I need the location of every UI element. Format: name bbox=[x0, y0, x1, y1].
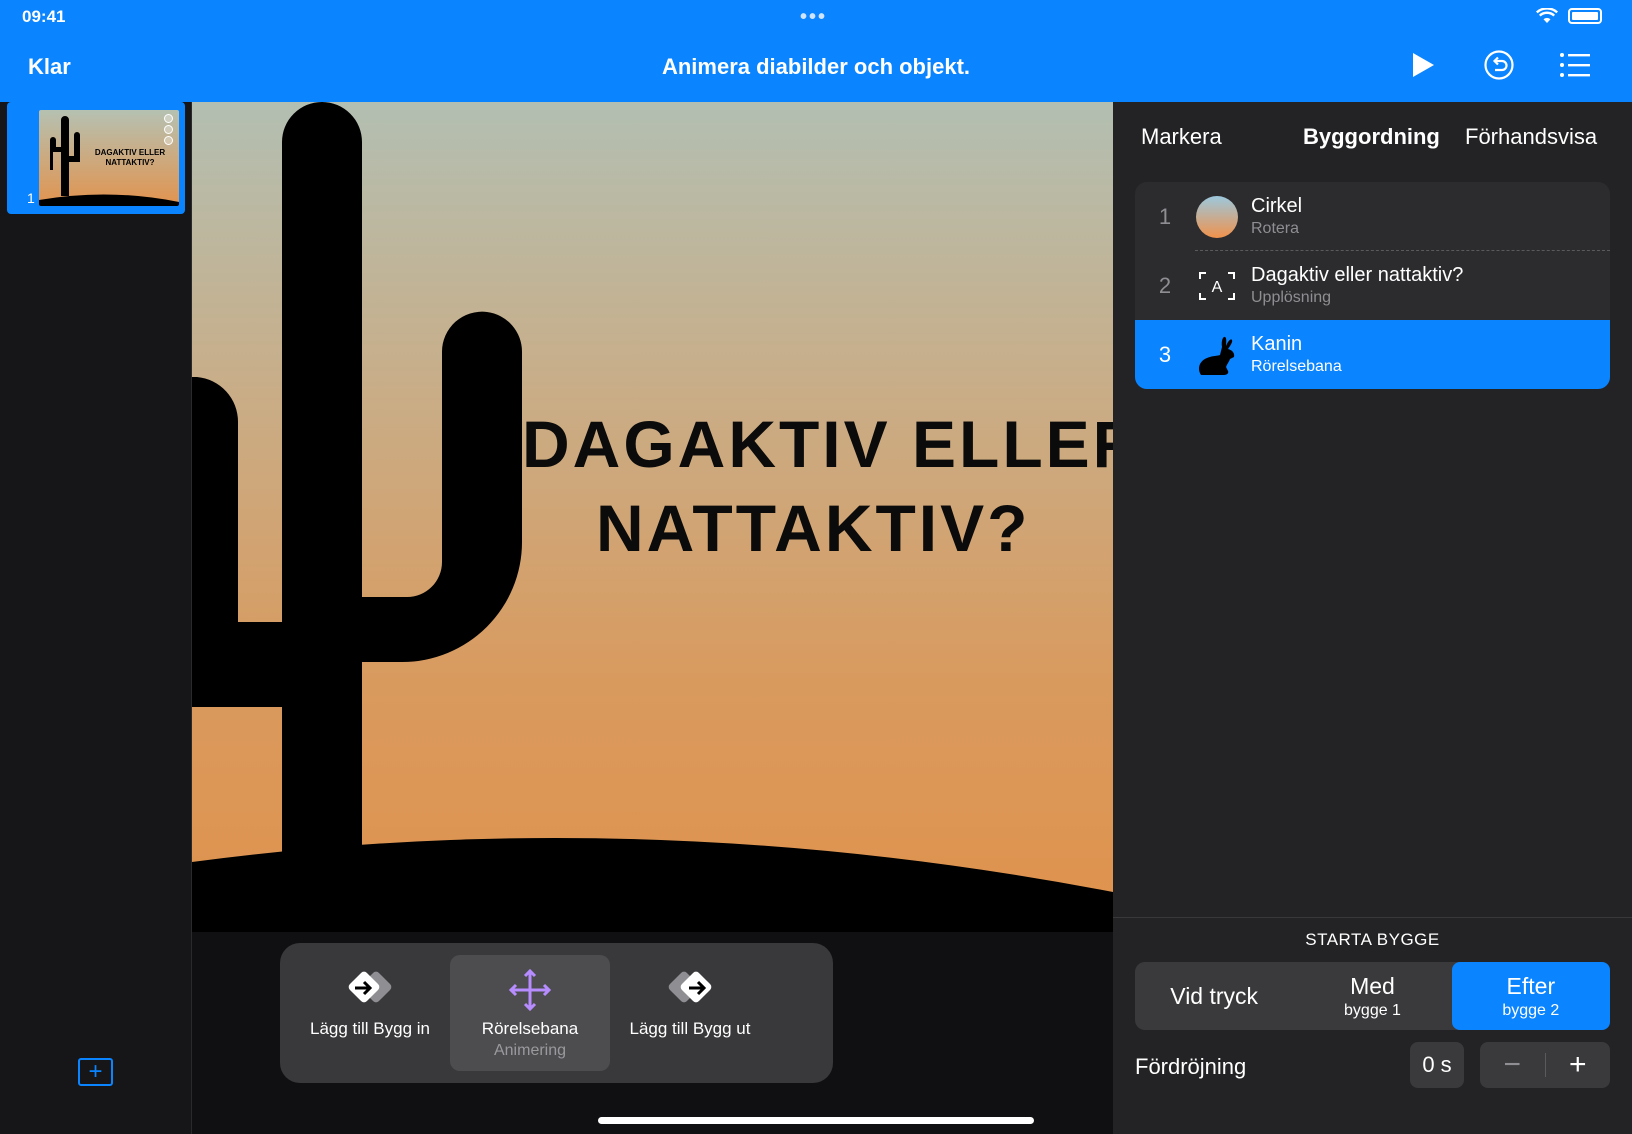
toolbar-icons bbox=[1406, 48, 1592, 82]
panel-divider bbox=[1113, 917, 1632, 918]
home-indicator[interactable] bbox=[598, 1117, 1034, 1124]
delay-value-field[interactable]: 0 s bbox=[1410, 1042, 1464, 1088]
wifi-icon bbox=[1536, 8, 1558, 23]
start-build-label: STARTA BYGGE bbox=[1305, 930, 1440, 949]
circle-icon bbox=[1196, 195, 1238, 238]
build-indicator-icon bbox=[164, 114, 173, 145]
done-button[interactable]: Klar bbox=[28, 54, 71, 80]
start-build-control: Vid tryck Med bygge 1 Efter bygge 2 bbox=[1135, 962, 1610, 1030]
thumbnail-title: DAGAKTIV ELLER NATTAKTIV? bbox=[94, 148, 166, 167]
slide-title-text[interactable]: DAGAKTIV ELLER NATTAKTIV? bbox=[522, 402, 1113, 570]
battery-icon bbox=[1568, 8, 1602, 24]
outline-button[interactable] bbox=[1558, 48, 1592, 82]
top-bar: 09:41 ••• Klar Animera diabilder och obj… bbox=[0, 0, 1632, 102]
build-row-2[interactable]: 2 A Dagaktiv eller nattaktiv? Upplösning bbox=[1135, 251, 1610, 320]
add-slide-button[interactable]: + bbox=[78, 1058, 113, 1086]
build-out-icon bbox=[668, 971, 712, 1003]
tab-build-order[interactable]: Byggordning bbox=[1303, 124, 1440, 150]
start-with-build-option[interactable]: Med bygge 1 bbox=[1293, 962, 1451, 1030]
delay-label: Fördröjning bbox=[1135, 1054, 1247, 1079]
multitasking-dots[interactable]: ••• bbox=[800, 6, 827, 29]
add-build-in-button[interactable]: Lägg till Bygg in bbox=[290, 955, 450, 1071]
build-in-icon bbox=[348, 971, 392, 1003]
panel-tabs: Markera Byggordning Förhandsvisa bbox=[1113, 124, 1632, 164]
start-on-tap-option[interactable]: Vid tryck bbox=[1135, 962, 1293, 1030]
motion-path-icon bbox=[508, 968, 552, 1012]
status-indicators bbox=[1536, 8, 1602, 24]
delay-stepper: − + bbox=[1480, 1042, 1610, 1088]
play-button[interactable] bbox=[1406, 48, 1440, 82]
add-build-out-button[interactable]: Lägg till Bygg ut bbox=[610, 955, 770, 1071]
slide-thumbnail-1[interactable]: 1 DAGAKTIV ELLER NATTAKTIV? bbox=[7, 102, 185, 214]
motion-path-button[interactable]: Rörelsebana Animering bbox=[450, 955, 610, 1071]
slide-navigator: 1 DAGAKTIV ELLER NATTAKTIV? + bbox=[0, 102, 192, 1134]
undo-button[interactable] bbox=[1482, 48, 1516, 82]
list-icon bbox=[1560, 53, 1590, 77]
text-box-icon: A bbox=[1199, 271, 1235, 300]
build-row-3[interactable]: 3 Kanin Rörelsebana bbox=[1135, 320, 1610, 389]
document-title: Animera diabilder och objekt. bbox=[661, 54, 971, 79]
slide-thumbnail-image: DAGAKTIV ELLER NATTAKTIV? bbox=[39, 110, 179, 206]
slide-number: 1 bbox=[27, 190, 35, 206]
delay-increase-button[interactable]: + bbox=[1546, 1042, 1611, 1088]
status-time: 09:41 bbox=[22, 7, 66, 26]
animate-panel: Markera Byggordning Förhandsvisa 1 Cirke… bbox=[1113, 102, 1632, 1134]
build-row-1[interactable]: 1 Cirkel Rotera bbox=[1135, 182, 1610, 251]
tab-preview[interactable]: Förhandsvisa bbox=[1465, 124, 1597, 150]
start-after-build-option[interactable]: Efter bygge 2 bbox=[1451, 962, 1610, 1030]
undo-icon bbox=[1484, 50, 1514, 80]
build-order-list: 1 Cirkel Rotera 2 A Dagaktiv eller natta… bbox=[1135, 182, 1610, 389]
rabbit-icon bbox=[1199, 336, 1235, 375]
play-icon bbox=[1413, 53, 1434, 77]
svg-text:A: A bbox=[1212, 279, 1223, 296]
delay-decrease-button[interactable]: − bbox=[1480, 1042, 1545, 1088]
tab-select[interactable]: Markera bbox=[1141, 124, 1222, 150]
slide-canvas[interactable]: DAGAKTIV ELLER NATTAKTIV? bbox=[192, 102, 1113, 932]
animation-popup: Lägg till Bygg in Rörelsebana Animering … bbox=[280, 943, 833, 1083]
